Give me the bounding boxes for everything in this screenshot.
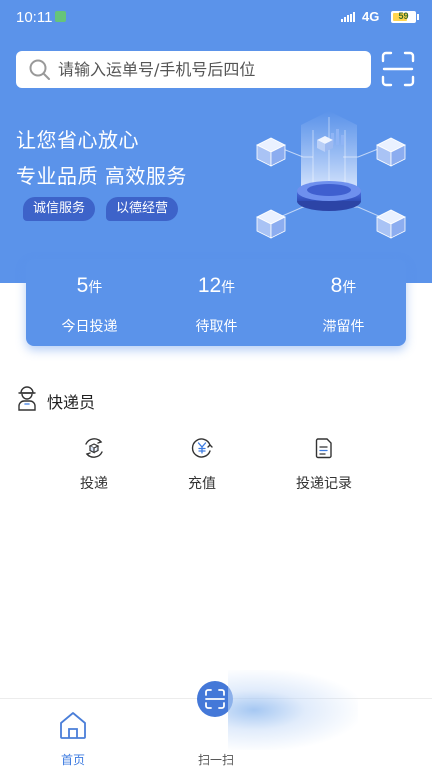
search-icon (29, 59, 50, 80)
deliver-button[interactable]: 投递 (44, 436, 144, 496)
notification-icon (55, 11, 66, 22)
battery-icon: 59 (391, 11, 416, 23)
hero-tag-integrity: 诚信服务 (23, 197, 96, 221)
stat-value: 5 (76, 274, 89, 297)
tab-home-label: 首页 (60, 753, 85, 767)
document-icon (315, 438, 332, 459)
stat-unit: 件 (342, 280, 357, 296)
stat-unit: 件 (221, 280, 236, 296)
tab-scan-label: 扫一扫 (197, 753, 234, 767)
search-input[interactable] (58, 51, 358, 88)
recharge-button[interactable]: 充值 (152, 436, 252, 496)
scan-icon[interactable] (380, 50, 416, 88)
battery-cap (417, 14, 419, 20)
network-type: 4G (362, 9, 380, 24)
stat-value: 8 (330, 274, 343, 297)
scan-icon (205, 689, 225, 709)
hero-title: 让您省心放心 (16, 128, 139, 152)
parcel-cycle-icon (85, 438, 103, 458)
stat-label: 今日投递 (61, 319, 118, 335)
stats-card: 5件 今日投递 12件 待取件 8件 滞留件 (26, 259, 406, 346)
tab-home[interactable]: 首页 (33, 699, 113, 768)
courier-icon (18, 386, 36, 411)
stat-unit: 件 (88, 280, 103, 296)
stat-label: 滞留件 (322, 319, 365, 335)
stat-pending-pickup[interactable]: 12件 待取件 (153, 259, 280, 346)
logistics-illustration (256, 111, 406, 239)
stat-label: 待取件 (195, 319, 238, 335)
battery-level: 59 (398, 11, 409, 21)
section-title-courier: 快递员 (47, 393, 96, 412)
stat-today-delivered[interactable]: 5件 今日投递 (26, 259, 153, 346)
delivery-records-label: 投递记录 (296, 476, 352, 492)
home-icon (60, 712, 86, 739)
status-time: 10:11 (16, 9, 53, 26)
recharge-label: 充值 (188, 476, 216, 492)
search-bar[interactable] (16, 51, 371, 88)
signal-strength-icon (341, 12, 357, 22)
hero-subtitle: 专业品质 高效服务 (16, 164, 187, 188)
status-bar: 10:11 4G 59 (0, 0, 432, 34)
stat-stranded[interactable]: 8件 滞留件 (280, 259, 407, 346)
yen-coin-icon (191, 438, 213, 458)
stat-value: 12 (197, 274, 222, 297)
hero-tag-virtue: 以德经营 (106, 197, 179, 221)
deliver-label: 投递 (80, 476, 108, 492)
delivery-records-button[interactable]: 投递记录 (274, 436, 374, 496)
scan-fab-button[interactable] (197, 681, 233, 717)
